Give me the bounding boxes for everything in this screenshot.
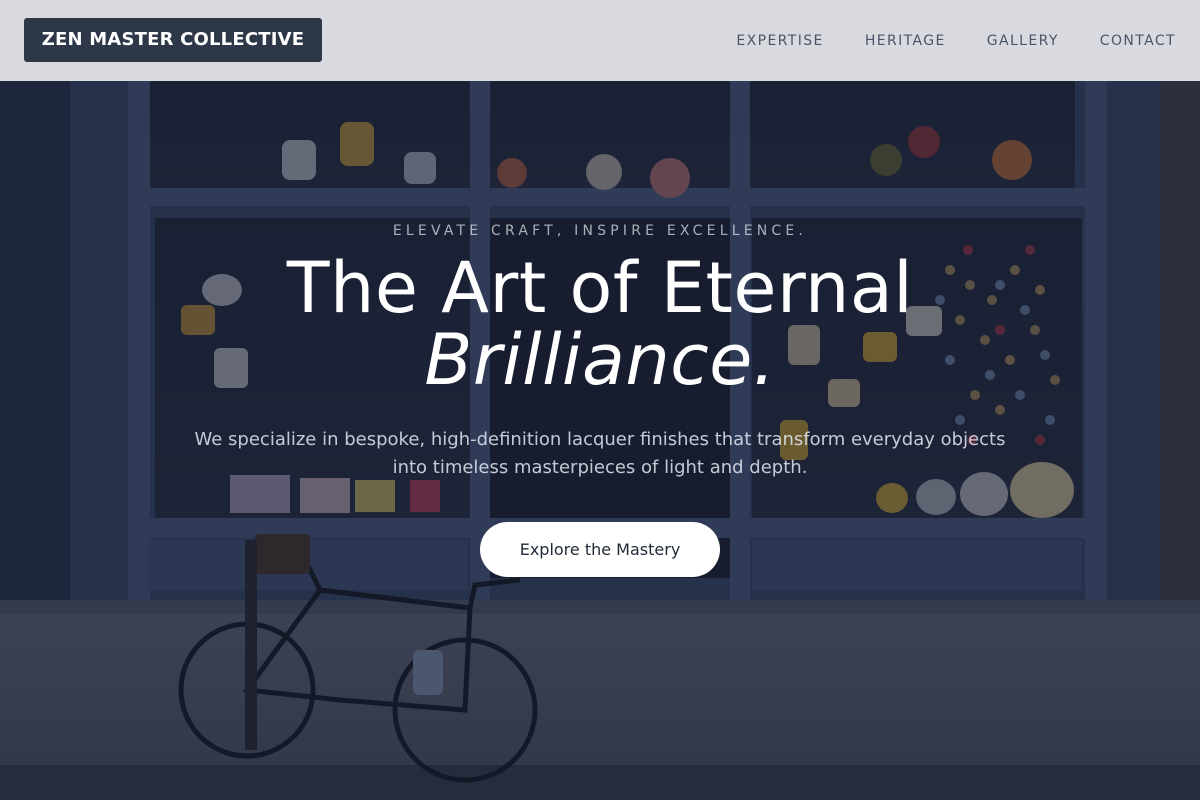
- hero-tagline: ELEVATE CRAFT, INSPIRE EXCELLENCE.: [392, 223, 808, 239]
- hero-headline-accent: Brilliance.: [424, 319, 776, 401]
- site-header: ZEN MASTER COLLECTIVE EXPERTISE HERITAGE…: [0, 0, 1200, 81]
- hero-headline: The Art of Eternal Brilliance.: [0, 252, 1200, 396]
- nav-link-gallery[interactable]: GALLERY: [987, 33, 1059, 49]
- hero-headline-main: The Art of Eternal: [286, 247, 914, 329]
- explore-mastery-button[interactable]: Explore the Mastery: [480, 522, 720, 577]
- hero-content: ELEVATE CRAFT, INSPIRE EXCELLENCE. The A…: [0, 0, 1200, 800]
- hero-subtitle: We specialize in bespoke, high-definitio…: [194, 429, 1006, 478]
- nav-link-expertise[interactable]: EXPERTISE: [736, 33, 823, 49]
- main-navigation: EXPERTISE HERITAGE GALLERY CONTACT: [695, 0, 1176, 81]
- nav-link-contact[interactable]: CONTACT: [1100, 33, 1176, 49]
- site-logo[interactable]: ZEN MASTER COLLECTIVE: [24, 18, 322, 62]
- nav-link-heritage[interactable]: HERITAGE: [865, 33, 946, 49]
